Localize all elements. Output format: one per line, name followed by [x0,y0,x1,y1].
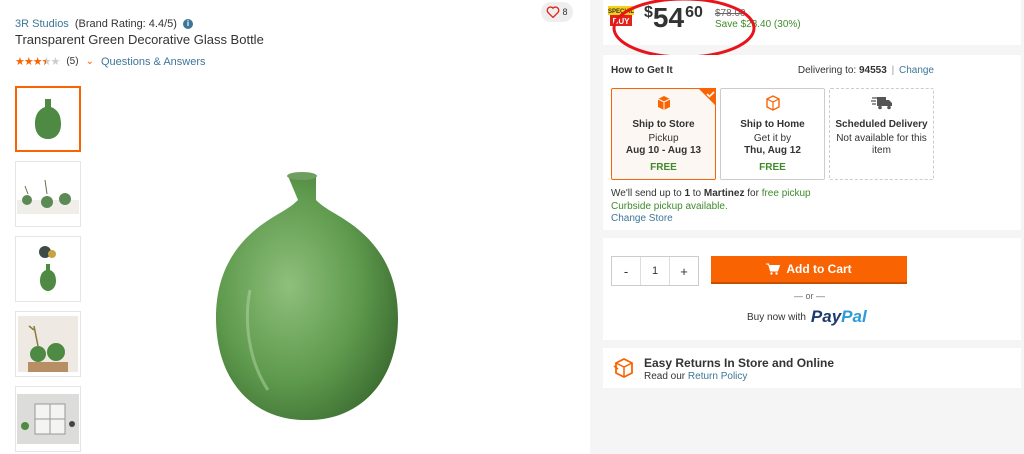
return-policy-link[interactable]: Return Policy [688,371,747,382]
package-home-icon [765,95,780,111]
paypal-logo-pal: Pal [841,307,867,326]
add-to-cart-button[interactable]: Add to Cart [711,256,907,284]
option-name: Ship to Store [632,119,695,130]
product-main-image[interactable] [210,170,400,430]
curbside-text: Curbside pickup available. [611,201,728,212]
rating-count[interactable]: (5) [66,56,78,67]
option-name: Ship to Home [740,119,805,130]
svg-text:SPECIAL: SPECIAL [608,9,634,15]
quantity-input[interactable]: 1 [640,257,670,285]
cart-icon [766,263,781,275]
savings-text: Save $23.40 (30%) [715,19,801,30]
thumbnail-list [15,86,83,454]
questions-answers-link[interactable]: Questions & Answers [101,56,206,68]
scheduled-delivery-option: Scheduled Delivery Not available for thi… [829,88,934,180]
price-dollar-sign: $ [644,4,653,21]
pickup-info: We'll send up to 1 to Martinez for free … [611,188,811,199]
buy-now-with-label: Buy now with [747,311,806,323]
option-price: FREE [759,162,786,173]
price: $ 54 60 [644,0,703,34]
delivering-to-label: Delivering to: [797,65,857,76]
price-whole: 54 [652,2,685,33]
returns-title: Easy Returns In Store and Online [644,356,835,370]
thumbnail-4[interactable] [15,311,81,377]
thumbnail-5[interactable] [15,386,81,452]
option-price: FREE [650,162,677,173]
heart-icon [547,6,560,18]
svg-text:BUY: BUY [613,17,631,26]
ship-to-store-option[interactable]: Ship to Store Pickup Aug 10 - Aug 13 FRE… [611,88,716,180]
paypal-logo-pay: Pay [810,307,842,326]
returns-box-icon [613,357,633,379]
pickup-text-2: to [692,188,702,199]
thumbnail-3[interactable] [15,236,81,302]
pickup-free: free pickup [761,188,811,199]
quantity-increment-button[interactable]: + [670,264,698,279]
returns-subtitle: Read our Return Policy [644,371,747,382]
quantity-decrement-button[interactable]: - [612,264,640,279]
price-cents: 60 [685,4,703,21]
favorites-count: 8 [562,7,568,17]
delivery-separator: | [891,65,895,76]
add-to-cart-label: Add to Cart [786,262,852,276]
favorite-button[interactable]: 8 [541,2,573,22]
option-line1: Get it by [753,133,792,144]
option-name: Scheduled Delivery [835,119,928,130]
truck-icon [870,97,892,110]
quantity-stepper: - 1 + [611,256,699,286]
paypal-logo: PayPal [811,307,867,327]
pickup-text-3: for [747,188,759,199]
ship-to-home-option[interactable]: Ship to Home Get it by Thu, Aug 12 FREE [720,88,825,180]
star-rating[interactable]: ★★★★★★ [15,55,60,68]
how-to-get-it-title: How to Get It [611,65,673,76]
option-line1: Pickup [648,133,679,144]
option-date: Aug 10 - Aug 13 [625,145,702,156]
package-store-icon [657,96,670,110]
delivering-to: Delivering to: 94553 | Change [798,65,934,76]
pickup-text-1: We'll send up to [611,188,682,199]
chevron-down-icon[interactable]: ⌄ [86,56,94,67]
returns-read-our: Read our [644,371,686,382]
was-price: $78.00 [715,8,746,19]
product-title: Transparent Green Decorative Glass Bottl… [15,32,264,47]
brand-link[interactable]: 3R Studios [15,18,69,30]
delivery-zip: 94553 [858,65,887,76]
selected-check-icon [698,88,716,106]
change-zip-link[interactable]: Change [899,65,934,76]
special-buy-badge: SPECIAL BUY [608,6,634,26]
rating-row: ★★★★★★ (5) ⌄ Questions & Answers [15,55,206,69]
pickup-store: Martinez [703,188,745,199]
option-unavailable-text: Not available for this item [836,133,927,156]
pickup-qty: 1 [684,188,690,199]
thumbnail-2[interactable] [15,161,81,227]
brand-rating: (Brand Rating: 4.4/5) [74,18,177,30]
thumbnail-1[interactable] [15,86,81,152]
info-icon[interactable]: i [182,19,193,29]
option-date: Thu, Aug 12 [744,145,801,156]
change-store-link[interactable]: Change Store [611,213,673,224]
brand-row: 3R Studios (Brand Rating: 4.4/5) i [15,18,193,30]
paypal-button[interactable]: Buy now with PayPal [747,307,867,327]
or-divider: — or — [794,291,826,301]
